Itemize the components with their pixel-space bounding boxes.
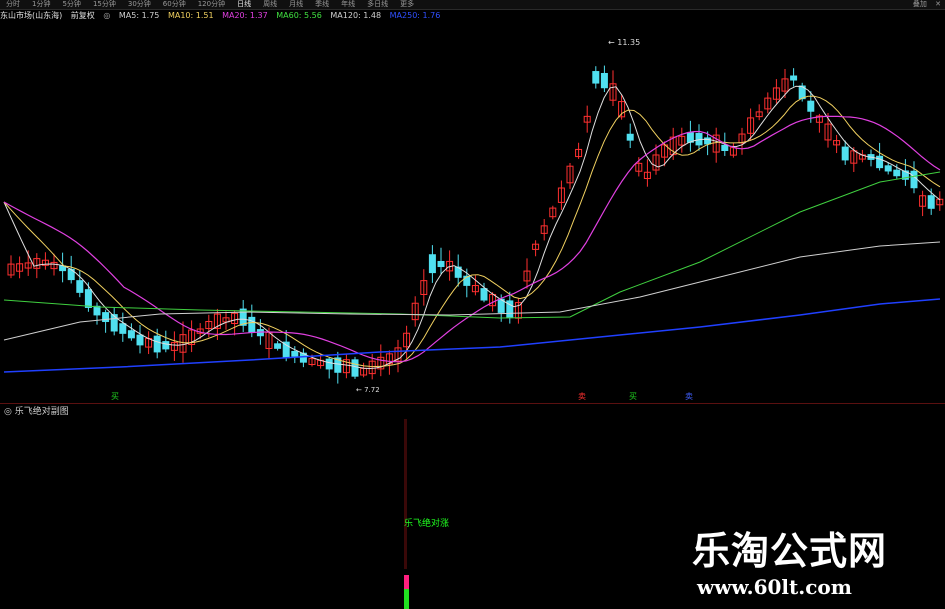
- tab-4[interactable]: 30分钟: [122, 0, 157, 9]
- watermark-title: 乐淘公式网: [692, 528, 888, 573]
- low-price-label: ← 7.72: [356, 386, 380, 394]
- candle: [437, 260, 445, 268]
- overlay-button[interactable]: 叠加: [913, 0, 927, 8]
- ma10-line: [3, 95, 941, 368]
- tab-12[interactable]: 多日线: [361, 0, 394, 9]
- ma20-line: [3, 115, 941, 363]
- candle: [110, 314, 118, 332]
- signal-marker-3: 买: [629, 392, 637, 401]
- tab-9[interactable]: 月线: [283, 0, 309, 9]
- indicator-bar-faint: [404, 419, 407, 569]
- ma250-line: [3, 298, 941, 373]
- candle: [893, 169, 901, 177]
- tab-0[interactable]: 分时: [0, 0, 26, 9]
- indicator-bar-green: [404, 589, 409, 609]
- peak-price-label: ← 11.35: [608, 38, 641, 47]
- candle: [910, 170, 918, 189]
- stock-name: 东山市场(山东海): [0, 11, 63, 20]
- watermark-url: www.60lt.com: [697, 575, 852, 599]
- tab-2[interactable]: 5分钟: [56, 0, 86, 9]
- settings-icon[interactable]: ◎: [103, 11, 110, 20]
- ma120-value: MA120: 1.48: [330, 11, 382, 20]
- indicator-signal-label: 乐飞绝对涨: [404, 519, 450, 529]
- low-value: 7.72: [364, 386, 380, 394]
- signal-marker-1: 买: [111, 392, 119, 401]
- tab-10[interactable]: 季线: [309, 0, 335, 9]
- candle: [93, 305, 101, 316]
- candle: [351, 359, 359, 377]
- candle: [600, 72, 608, 89]
- indicator-bar-magenta: [404, 575, 409, 589]
- tab-3[interactable]: 15分钟: [87, 0, 122, 9]
- tab-6[interactable]: 120分钟: [192, 0, 231, 9]
- pane-divider[interactable]: [0, 403, 945, 404]
- adjust-mode[interactable]: 前复权: [71, 11, 95, 20]
- candle: [76, 280, 84, 293]
- candle: [325, 358, 333, 370]
- peak-value: 11.35: [617, 38, 641, 47]
- ma60-line: [3, 171, 941, 319]
- candle: [162, 341, 170, 350]
- ma60-value: MA60: 5.56: [276, 11, 322, 20]
- candle: [841, 146, 849, 161]
- candle: [102, 312, 110, 323]
- candle: [807, 100, 815, 112]
- ma10-value: MA10: 1.51: [167, 11, 214, 20]
- tab-7[interactable]: 日线: [231, 0, 257, 9]
- candle: [790, 75, 798, 81]
- candle: [592, 71, 600, 84]
- candlestick-chart[interactable]: [0, 22, 945, 402]
- candle: [127, 330, 135, 339]
- ma20-value: MA20: 1.37: [222, 11, 268, 20]
- tab-8[interactable]: 周线: [257, 0, 283, 9]
- signal-marker-4: 卖: [685, 392, 693, 401]
- signal-marker-2: 卖: [578, 392, 586, 401]
- candle: [274, 343, 282, 349]
- candle: [884, 165, 892, 172]
- tab-1[interactable]: 1分钟: [26, 0, 56, 9]
- ma-info-bar: 东山市场(山东海) 前复权 ◎ MA5: 1.75 MA10: 1.51 MA2…: [0, 10, 945, 22]
- candle: [84, 289, 92, 308]
- period-toolbar: 分时 1分钟 5分钟 15分钟 30分钟 60分钟 120分钟 日线 周线 月线 季线 年线 多日线 更多…: [0, 0, 945, 10]
- candle: [428, 254, 436, 274]
- candle: [480, 288, 488, 301]
- toolbar-right: 叠加 ✕: [907, 0, 941, 9]
- candle: [153, 335, 161, 353]
- tab-11[interactable]: 年线: [335, 0, 361, 9]
- ma250-value: MA250: 1.76: [389, 11, 441, 20]
- candle: [119, 323, 127, 334]
- tab-5[interactable]: 60分钟: [157, 0, 192, 9]
- ma5-value: MA5: 1.75: [118, 11, 160, 20]
- tab-13[interactable]: 更多: [394, 0, 420, 9]
- candle: [927, 195, 935, 209]
- period-tabs: 分时 1分钟 5分钟 15分钟 30分钟 60分钟 120分钟 日线 周线 月线 季线 年线 多日线 更多: [0, 0, 420, 8]
- candle: [291, 350, 299, 357]
- candle: [136, 334, 144, 346]
- candle: [248, 316, 256, 333]
- candle: [626, 133, 634, 141]
- candle: [721, 144, 729, 152]
- candle: [239, 308, 247, 326]
- close-icon[interactable]: ✕: [935, 0, 941, 8]
